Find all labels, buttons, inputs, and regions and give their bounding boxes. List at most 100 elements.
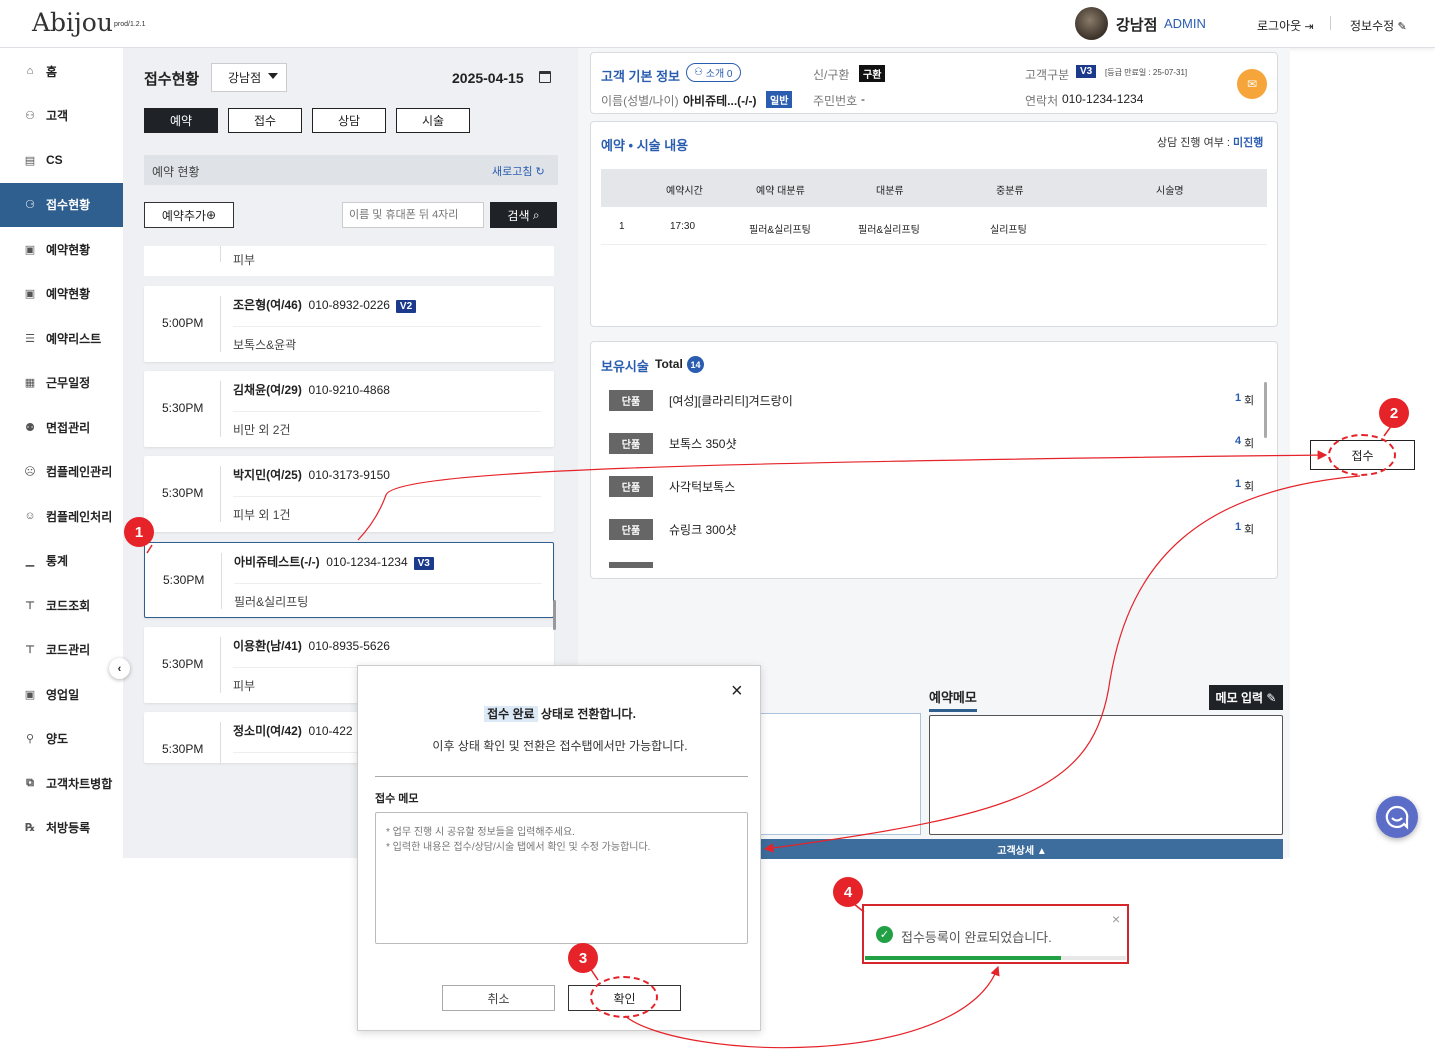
card-time: 5:30PM [162,401,204,415]
tab-consult[interactable]: 상담 [312,108,386,133]
sidebar-item-label: 면접관리 [46,420,91,435]
highlight-confirm-button [590,976,658,1018]
customer-info-title: 고객 기본 정보 [601,69,680,84]
list-item[interactable]: 피부 [144,246,554,276]
card-separator [233,326,541,327]
item-count: 1 [1235,392,1242,404]
reservation-card[interactable]: 5:30PM 김채윤(여/29) 010-9210-4868 비만 외 2건 [144,371,554,447]
intro-badge[interactable]: ⚇ 소개 0 [686,63,741,82]
reservation-card[interactable]: 5:30PM 아비쥬테스트(-/-) 010-1234-1234 V3 필러&실리프팅 [144,542,554,618]
sidebar-item[interactable]: ▤ CS [0,138,123,182]
logout-icon: ⇥ [1304,21,1314,33]
customer-name: 김채윤(여/29) [233,383,302,397]
sidebar-item[interactable]: ▣ 예약현황 [0,227,123,271]
sidebar-item[interactable]: ⚇ 고객 [0,94,123,138]
logout-link[interactable]: 로그아웃 ⇥ [1257,17,1314,34]
refresh-button[interactable]: 새로고침 ↻ [492,163,545,179]
tab-reception[interactable]: 접수 [228,108,302,133]
sidebar-item[interactable]: ⊤ 코드조회 [0,583,123,627]
customer-phone: 010-9210-4868 [308,383,390,397]
card-divider [220,466,221,522]
search-input[interactable] [342,202,484,228]
reservation-card[interactable]: 5:00PM 조은형(여/46) 010-8932-0226 V2 보톡스&윤곽 [144,286,554,362]
sidebar-item-label: 영업일 [46,687,80,702]
toast-progress-track [865,956,1126,960]
sidebar-item[interactable]: ⚲ 양도 [0,717,123,761]
sidebar-item[interactable]: ☺ 컴플레인처리 [0,494,123,538]
card-procedure: 필러&실리프팅 [234,595,309,609]
sidebar-item[interactable]: ⊤ 코드관리 [0,628,123,672]
branch-select[interactable]: 강남점 [211,63,287,92]
sidebar-item-label: 컴플레인관리 [46,465,113,479]
reservation-title: 예약 • 시술 내용 [601,138,689,153]
tab-procedure[interactable]: 시술 [396,108,470,133]
edit-info-link[interactable]: 정보수정 ✎ [1350,17,1407,34]
total-label: Total [655,357,683,371]
card-divider [220,296,221,352]
tab-reservation[interactable]: 예약 [144,108,218,133]
sidebar-item[interactable]: ℞ 처방등록 [0,806,123,850]
card-time: 5:30PM [162,657,204,671]
customer-name: 박지민(여/25) [233,468,302,482]
list-scrollbar[interactable] [553,600,556,630]
memo-input-button[interactable]: 메모 입력 ✎ [1209,685,1283,710]
sidebar-item[interactable]: ☹ 컴플레인관리 [0,450,123,494]
chat-icon[interactable] [1376,796,1418,838]
consult-value: 미진행 [1233,137,1264,149]
logout-label: 로그아웃 [1257,19,1302,33]
card-time: 5:30PM [163,573,205,587]
reservation-memo-textarea[interactable] [929,715,1283,835]
card-time: 5:30PM [162,486,204,500]
row-time: 17:30 [670,221,696,232]
sidebar-item[interactable]: ▦ 근무일정 [0,361,123,405]
calendar-icon[interactable] [539,71,551,83]
reception-memo-field[interactable] [375,812,748,944]
chevron-left-icon[interactable]: ‹ [109,658,130,679]
step-3-marker: 3 [568,943,598,973]
sidebar-item-label: 코드관리 [46,643,91,657]
card-divider [220,722,221,763]
avatar[interactable] [1075,7,1108,40]
sidebar-item[interactable]: ⚆ 접수현황 [0,182,123,227]
sidebar-item[interactable]: ⌂ 홈 [0,49,123,93]
sidebar-item-label: 근무일정 [46,376,91,390]
list-item[interactable]: 단품 사각턱보톡스 1 회 [591,476,1261,497]
sidebar-item[interactable]: ⧉ 고객차트병합 [0,761,123,805]
highlight-reception-button [1328,434,1396,476]
add-reservation-button[interactable]: 예약추가 ⊕ [144,202,234,228]
sidebar-item[interactable]: ▣ 영업일 [0,672,123,716]
list-item[interactable]: 단품 [여성][클라리티]겨드랑이 1 회 [591,390,1261,411]
item-type-tag: 단품 [609,519,653,540]
sidebar-item-label: 양도 [46,732,69,746]
pencil-icon: ✎ [1397,21,1407,33]
close-icon[interactable]: × [731,681,743,701]
item-name: 사각턱보톡스 [669,480,736,494]
memo-textarea-left[interactable] [761,713,921,835]
sidebar-item[interactable]: ⚉ 면접관리 [0,405,123,449]
row-number: 1 [619,221,625,232]
item-type-tag: 단품 [609,476,653,497]
date-display[interactable]: 2025-04-15 [452,70,524,86]
name-value: 아비쥬테...(-/-) [683,94,757,108]
customer-phone: 010-3173-9150 [308,468,390,482]
check-circle-icon: ✓ [876,926,893,943]
list-item[interactable]: 단품 슈링크 300샷 1 회 [591,519,1261,540]
customer-name: 정소미(여/42) [233,724,302,738]
sidebar-item[interactable]: ▣ 예약현황 [0,272,123,316]
customer-detail-bar[interactable]: 고객상세 ▲ [761,839,1283,859]
reservation-card[interactable]: 5:30PM 박지민(여/25) 010-3173-9150 피부 외 1건 [144,456,554,532]
app-logo[interactable]: Abijou [32,8,113,37]
search-button[interactable]: 검색 ⌕ [490,202,557,228]
users-icon: ⚇ [25,110,35,122]
section-header: 예약 현황 새로고침 ↻ [144,155,558,185]
cancel-button[interactable]: 취소 [442,985,555,1011]
table-row[interactable]: 1 17:30 필러&실리프팅 필러&실리프팅 실리프팅 [601,207,1267,245]
list-item[interactable]: 단품 보톡스 350샷 4 회 [591,433,1261,454]
owned-scrollbar[interactable] [1264,382,1267,438]
calendar-icon: ▣ [24,243,36,256]
item-unit: 회 [1244,438,1255,450]
sidebar-item[interactable]: ☰ 예약리스트 [0,316,123,360]
sidebar-item[interactable]: ▁ 통계 [0,539,123,583]
message-icon[interactable]: ✉ [1237,69,1267,99]
toast-close-icon[interactable]: × [1112,911,1120,927]
